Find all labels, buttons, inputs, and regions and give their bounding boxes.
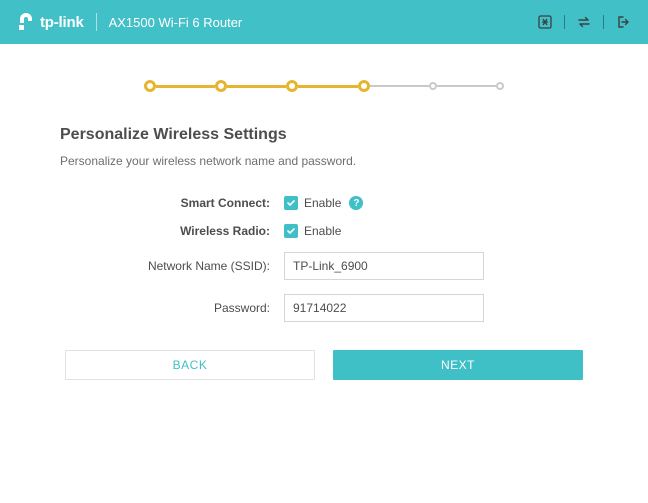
step-dot	[286, 80, 298, 92]
divider	[564, 15, 565, 29]
step-line	[437, 85, 496, 87]
page-title: Personalize Wireless Settings	[60, 126, 588, 144]
main-content: Personalize Wireless Settings Personaliz…	[0, 44, 648, 380]
step-line	[227, 85, 286, 88]
nav-buttons: BACK NEXT	[60, 350, 588, 380]
ssid-input[interactable]	[284, 252, 484, 280]
ssid-row: Network Name (SSID):	[74, 252, 588, 280]
wireless-radio-checkbox[interactable]	[284, 224, 298, 238]
smart-connect-row: Smart Connect: Enable ?	[74, 196, 588, 210]
app-header: tp-link AX1500 Wi-Fi 6 Router	[0, 0, 648, 44]
back-button[interactable]: BACK	[65, 350, 315, 380]
step-dot	[496, 82, 504, 90]
step-line	[370, 85, 429, 87]
step-dot	[144, 80, 156, 92]
wireless-radio-label: Wireless Radio:	[74, 224, 284, 238]
help-icon[interactable]: ?	[349, 196, 363, 210]
divider	[603, 15, 604, 29]
product-name: AX1500 Wi-Fi 6 Router	[109, 15, 243, 30]
enable-label: Enable	[304, 196, 341, 210]
brand-logo: tp-link	[16, 12, 84, 32]
ssid-label: Network Name (SSID):	[74, 259, 284, 273]
brand-name: tp-link	[40, 14, 84, 31]
wireless-radio-row: Wireless Radio: Enable	[74, 224, 588, 238]
next-button[interactable]: NEXT	[333, 350, 583, 380]
smart-connect-checkbox[interactable]	[284, 196, 298, 210]
step-dot	[215, 80, 227, 92]
enable-label: Enable	[304, 224, 341, 238]
password-input[interactable]	[284, 294, 484, 322]
page-subtitle: Personalize your wireless network name a…	[60, 154, 588, 168]
logout-icon[interactable]	[614, 13, 632, 31]
swap-icon[interactable]	[575, 13, 593, 31]
header-actions	[536, 13, 632, 31]
smart-connect-label: Smart Connect:	[74, 196, 284, 210]
step-dot	[429, 82, 437, 90]
tplink-logo-icon	[16, 12, 36, 32]
password-row: Password:	[74, 294, 588, 322]
step-dot-current	[358, 80, 370, 92]
password-label: Password:	[74, 301, 284, 315]
wireless-form: Smart Connect: Enable ? Wireless Radio: …	[74, 196, 588, 322]
divider	[96, 13, 97, 31]
progress-stepper	[144, 80, 504, 92]
step-line	[156, 85, 215, 88]
step-line	[298, 85, 357, 88]
language-icon[interactable]	[536, 13, 554, 31]
